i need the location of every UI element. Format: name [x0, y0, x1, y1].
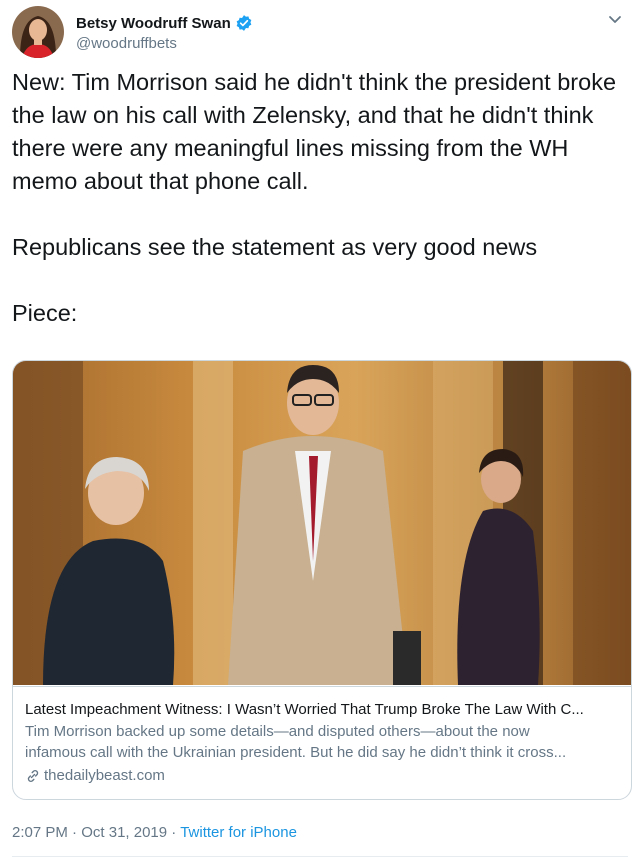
- avatar[interactable]: [12, 6, 64, 58]
- tweet-source-link[interactable]: Twitter for iPhone: [180, 824, 297, 841]
- tweet-date[interactable]: Oct 31, 2019: [81, 824, 167, 841]
- divider: [12, 856, 628, 857]
- chevron-down-icon[interactable]: [604, 8, 626, 30]
- author-info: Betsy Woodruff Swan @woodruffbets: [76, 12, 253, 52]
- link-card[interactable]: Latest Impeachment Witness: I Wasn’t Wor…: [12, 360, 632, 800]
- tweet-meta: 2:07 PM · Oct 31, 2019 · Twitter for iPh…: [12, 822, 297, 844]
- card-domain-text: thedailybeast.com: [44, 767, 165, 784]
- tweet-paragraph: Republicans see the statement as very go…: [12, 234, 538, 260]
- meta-separator: ·: [67, 824, 82, 841]
- tweet-paragraph: Piece:: [12, 300, 78, 326]
- card-description-line: Tim Morrison backed up some details—and …: [25, 723, 530, 740]
- meta-separator: ·: [167, 824, 181, 841]
- card-image[interactable]: [13, 361, 631, 685]
- card-domain: thedailybeast.com: [25, 765, 621, 787]
- link-icon: [25, 768, 41, 784]
- tweet-time[interactable]: 2:07 PM: [12, 824, 68, 841]
- card-description: Tim Morrison backed up some details—and …: [25, 721, 621, 763]
- verified-badge-icon: [235, 14, 253, 32]
- tweet-header: Betsy Woodruff Swan @woodruffbets: [12, 6, 628, 60]
- card-body[interactable]: Latest Impeachment Witness: I Wasn’t Wor…: [13, 686, 631, 799]
- display-name[interactable]: Betsy Woodruff Swan: [76, 15, 231, 32]
- card-title: Latest Impeachment Witness: I Wasn’t Wor…: [25, 701, 584, 718]
- card-description-line: infamous call with the Ukrainian preside…: [25, 744, 567, 761]
- tweet-text: New: Tim Morrison said he didn't think t…: [12, 66, 622, 330]
- author-handle[interactable]: @woodruffbets: [76, 35, 253, 52]
- tweet-paragraph: New: Tim Morrison said he didn't think t…: [12, 69, 623, 194]
